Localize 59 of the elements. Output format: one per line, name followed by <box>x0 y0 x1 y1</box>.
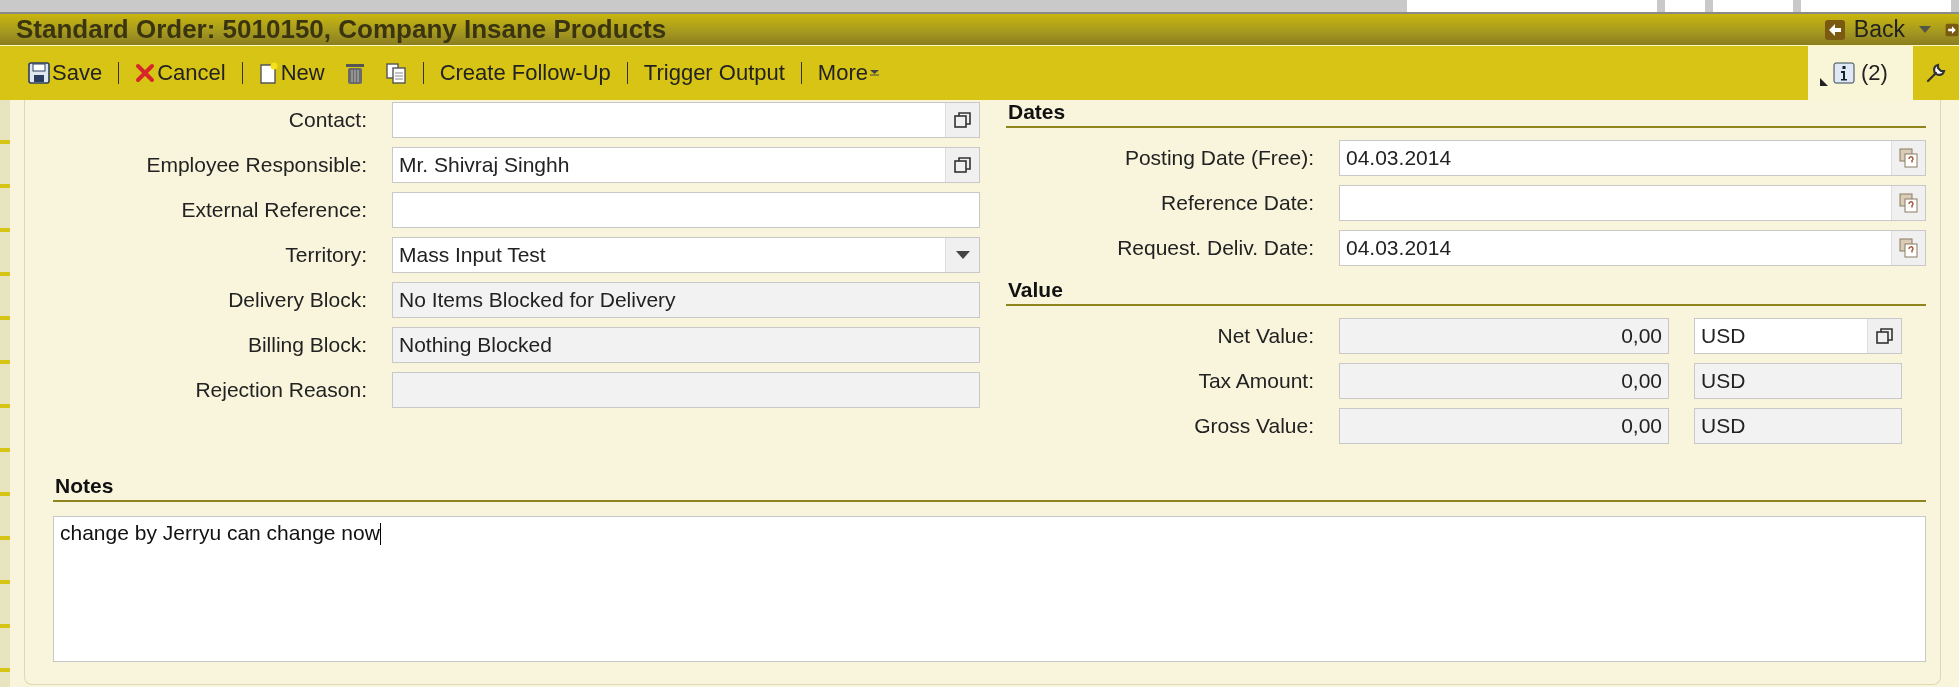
currency-field: USD <box>1694 408 1902 444</box>
popup-icon <box>953 156 972 174</box>
field-label: Net Value: <box>1216 324 1314 348</box>
field-label: Reference Date: <box>1160 191 1314 215</box>
section-heading: Notes <box>53 474 1926 502</box>
dropdown-caret-icon <box>870 69 879 77</box>
new-document-icon <box>258 62 279 84</box>
trash-icon <box>344 61 365 85</box>
input-field[interactable] <box>392 102 980 138</box>
calendar-icon <box>1898 148 1919 168</box>
input-field: No Items Blocked for Delivery <box>392 282 980 318</box>
corner-marker-icon <box>1820 78 1828 86</box>
date-field[interactable] <box>1339 185 1926 221</box>
date-field[interactable]: 04.03.2014 <box>1339 230 1926 266</box>
toolbar-button[interactable]: New <box>248 60 335 86</box>
currency-field: USD <box>1694 363 1902 399</box>
field-label: Billing Block: <box>246 333 367 357</box>
field-label: Posting Date (Free): <box>1123 146 1314 170</box>
more-menu-button[interactable]: More <box>807 60 889 86</box>
close-icon <box>135 63 156 83</box>
calendar-icon <box>1898 238 1919 258</box>
field-label: Tax Amount: <box>1197 369 1314 393</box>
field-label: Delivery Block: <box>227 288 367 312</box>
field-label: Territory: <box>284 243 367 267</box>
copy-icon <box>384 62 407 84</box>
save-icon <box>28 62 50 84</box>
amount-field: 0,00 <box>1339 318 1669 354</box>
field-label: Employee Responsible: <box>145 153 367 177</box>
input-field[interactable]: Mr. Shivraj Singhh <box>392 147 980 183</box>
dropdown-caret-icon[interactable] <box>1919 26 1931 33</box>
window-title: Standard Order: 5010150, Company Insane Products <box>16 14 667 45</box>
info-icon <box>1833 62 1856 84</box>
wrench-icon <box>1925 62 1947 84</box>
messages-button[interactable]: (2) <box>1808 46 1913 100</box>
toolbar-button[interactable]: Cancel <box>125 60 236 86</box>
field-label: Request. Deliv. Date: <box>1116 236 1314 260</box>
popup-icon <box>953 111 972 129</box>
back-button[interactable]: Back <box>1823 16 1905 43</box>
calendar-icon <box>1898 193 1919 213</box>
field-label: Gross Value: <box>1193 414 1314 438</box>
input-field[interactable] <box>392 192 980 228</box>
currency-field[interactable]: USD <box>1694 318 1902 354</box>
amount-field: 0,00 <box>1339 363 1669 399</box>
toolbar-button[interactable]: Save <box>18 60 113 86</box>
field-label: Contact: <box>287 108 367 132</box>
field-label: Rejection Reason: <box>194 378 367 402</box>
toolbar-button[interactable]: Trigger Output <box>633 60 795 86</box>
input-field: Nothing Blocked <box>392 327 980 363</box>
field-label: External Reference: <box>180 198 367 222</box>
popup-icon <box>1875 327 1894 345</box>
toolbar-button[interactable]: Create Follow-Up <box>429 60 621 86</box>
dropdown-field[interactable]: Mass Input Test <box>392 237 980 273</box>
dropdown-caret-icon <box>955 251 970 259</box>
date-field[interactable]: 04.03.2014 <box>1339 140 1926 176</box>
section-heading: Dates <box>1006 100 1926 128</box>
amount-field: 0,00 <box>1339 408 1669 444</box>
section-heading: Value <box>1006 278 1926 306</box>
browser-bar-field <box>1665 0 1705 12</box>
notes-text-area[interactable]: change by Jerryu can change now <box>53 516 1926 662</box>
